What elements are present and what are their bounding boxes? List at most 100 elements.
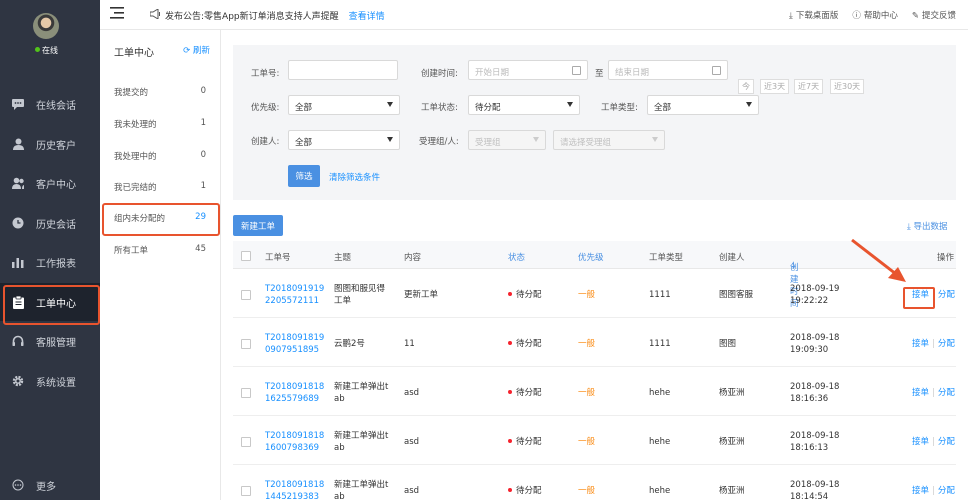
assign-button[interactable]: 分配 [938,339,955,349]
start-date-input[interactable]: 开始日期 [468,60,588,80]
action-separator: | [932,339,935,349]
assign-button[interactable]: 分配 [938,486,955,496]
created-time-label: 创建时间: [421,69,458,79]
accept-button[interactable]: 接单 [912,437,929,447]
category-completed[interactable]: 我已完结的 1 [100,170,220,202]
ticket-status: 待分配 [508,338,542,350]
quick-3days[interactable]: 近3天 [760,79,790,94]
sidebar-item-reports[interactable]: 工作报表 [0,243,100,281]
quick-today[interactable]: 今 [738,79,754,94]
new-ticket-button[interactable]: 新建工单 [233,215,283,236]
ticket-created-date: 2018-09-19 [790,284,840,294]
ticket-subject-line2: ab [334,394,345,404]
ticket-subject: 新建工单弹出t ab [334,479,388,500]
quick-7days[interactable]: 近7天 [794,79,824,94]
row-checkbox[interactable] [241,388,251,398]
sidebar-item-history-chats[interactable]: 历史会话 [0,204,100,242]
calendar-icon [712,66,721,75]
category-label: 我未处理的 [114,120,157,130]
ticket-no-link[interactable]: T2018091818 1600798369 [265,430,324,454]
clear-filters-link[interactable]: 清除筛选条件 [329,171,380,183]
ticket-no-link[interactable]: T2018091919 2205572111 [265,283,324,307]
ticket-subject-line2: 工单 [334,296,352,306]
accept-button[interactable]: 接单 [912,486,929,496]
ticket-status-label: 待分配 [516,290,542,300]
sidebar-item-settings[interactable]: 系统设置 [0,362,100,400]
priority-select[interactable]: 全部 [288,95,400,115]
help-icon: ⓘ [852,11,861,21]
group-placeholder: 受理组 [475,138,501,148]
calendar-icon [572,66,581,75]
sidebar-item-more[interactable]: 更多 [0,466,100,500]
ticket-type: 1111 [649,290,671,300]
feedback-link[interactable]: ✎ 提交反馈 [912,9,956,21]
assign-button[interactable]: 分配 [938,290,955,300]
ticket-no-input[interactable] [288,60,398,80]
ticket-type: hehe [649,388,671,398]
person-placeholder: 请选择受理组 [560,138,612,148]
chevron-down-icon [652,137,658,142]
status-select[interactable]: 待分配 [468,95,580,115]
sidebar-item-ticket-center[interactable]: 工单中心 [0,283,100,325]
ticket-creator: 杨亚洲 [719,437,745,447]
group-select[interactable]: 受理组 [468,130,546,150]
sidebar-item-label: 系统设置 [36,377,76,389]
sidebar-item-history-customers[interactable]: 历史客户 [0,125,100,163]
sidebar-item-agent-management[interactable]: 客服管理 [0,322,100,360]
ticket-content: asd [404,437,420,447]
category-unprocessed[interactable]: 我未处理的 1 [100,107,220,139]
ticket-no-link[interactable]: T2018091818 1625579689 [265,381,324,405]
col-status[interactable]: 状态 [508,251,525,263]
person-select[interactable]: 请选择受理组 [553,130,665,150]
ticket-status-label: 待分配 [516,339,542,349]
filter-button[interactable]: 筛选 [288,165,320,187]
creator-select[interactable]: 全部 [288,130,400,150]
announcement: 发布公告: 零售App新订单消息支持人声提醒 查看详情 [149,8,385,22]
chevron-down-icon [387,137,393,142]
chevron-down-icon [746,102,752,107]
ticket-no-link[interactable]: T2018091818 1445219383 [265,479,324,500]
row-checkbox[interactable] [241,437,251,447]
category-all-tickets[interactable]: 所有工单 45 [100,233,220,265]
ticket-content: 11 [404,339,415,349]
hamburger-menu-icon[interactable] [110,7,124,22]
category-submitted[interactable]: 我提交的 0 [100,75,220,107]
ticket-subject-line2: ab [334,443,345,453]
ticket-created-date: 2018-09-18 [790,382,840,392]
col-creator: 创建人 [719,253,745,263]
export-data-button[interactable]: ⤓ 导出数据 [907,220,947,232]
ticket-subject-line1: 云鹏2号 [334,339,365,349]
assign-button[interactable]: 分配 [938,437,955,447]
announcement-details-link[interactable]: 查看详情 [349,9,385,22]
refresh-button[interactable]: ⟳ 刷新 [183,44,210,56]
assign-button[interactable]: 分配 [938,388,955,398]
ticket-status-label: 待分配 [516,486,542,496]
row-checkbox[interactable] [241,486,251,496]
row-checkbox[interactable] [241,339,251,349]
select-all-checkbox[interactable] [241,251,251,261]
ticket-created-date: 2018-09-18 [790,480,840,490]
category-in-progress[interactable]: 我处理中的 0 [100,139,220,171]
quick-30days[interactable]: 近30天 [830,79,865,94]
top-right-links: ⤓ 下载桌面版 ⓘ 帮助中心 ✎ 提交反馈 [789,9,956,21]
category-unassigned-in-group[interactable]: 组内未分配的 29 [100,201,220,236]
ticket-priority: 一般 [578,339,596,349]
type-select[interactable]: 全部 [647,95,759,115]
accept-button[interactable]: 接单 [912,388,929,398]
accept-button[interactable]: 接单 [912,339,929,349]
sidebar-item-online-chat[interactable]: 在线会话 [0,85,100,123]
sidebar-item-customer-center[interactable]: 客户中心 [0,164,100,202]
download-desktop-link[interactable]: ⤓ 下载桌面版 [789,9,838,21]
ticket-status: 待分配 [508,387,542,399]
col-priority[interactable]: 优先级 [578,251,604,263]
ticket-created-time: 2018-09-18 19:09:30 [790,332,839,356]
row-checkbox[interactable] [241,290,251,300]
ticket-no-link[interactable]: T2018091819 0907951895 [265,332,324,356]
chat-icon [12,98,24,110]
end-date-input[interactable]: 结束日期 [608,60,728,80]
app: 在线 在线会话 历史客户 客户中心 历史会话 工作报表 工单中心 客服管理 系统… [0,0,968,500]
help-center-link[interactable]: ⓘ 帮助中心 [852,9,898,21]
avatar[interactable] [33,13,59,39]
online-status-label: 在线 [42,46,58,55]
ticket-no-part2: 1625579689 [265,394,320,404]
